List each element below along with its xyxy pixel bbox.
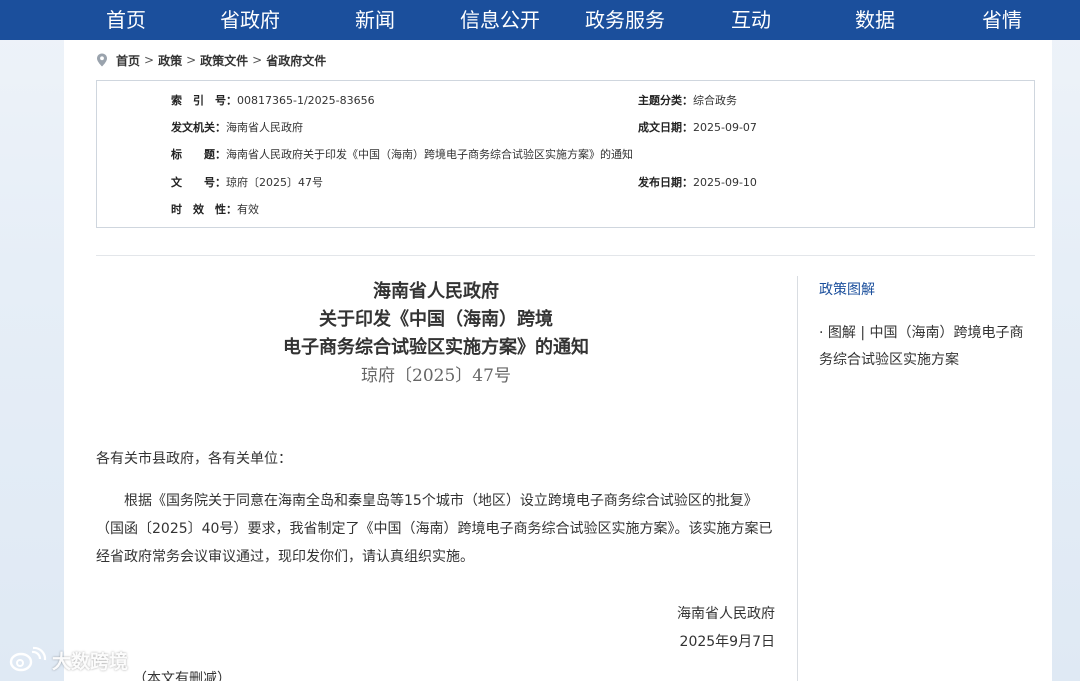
index-number-label: 索 引 号：	[171, 94, 237, 107]
validity-label: 时 效 性：	[171, 203, 237, 216]
abridged-note: （本文有删减）	[133, 671, 231, 681]
index-number-value: 00817365-1/2025-83656	[237, 94, 375, 107]
watermark-text: 大数跨境	[52, 650, 129, 673]
document-title-line-1: 海南省人民政府	[373, 281, 499, 302]
document-title-line-3: 电子商务综合试验区实施方案》的通知	[283, 337, 589, 358]
breadcrumb-policy-documents[interactable]: 政策文件	[200, 52, 248, 69]
created-date-label: 成文日期：	[638, 121, 693, 134]
sidebar-divider	[797, 276, 798, 681]
breadcrumb: 首页 > 政策 > 政策文件 > 省政府文件	[96, 52, 326, 68]
category-row: 主题分类：综合政务	[638, 92, 737, 108]
published-date-value: 2025-09-10	[693, 176, 757, 189]
nav-news[interactable]: 新闻	[355, 0, 395, 40]
validity-row: 时 效 性：有效	[171, 201, 259, 217]
document-title-line-2: 关于印发《中国（海南）跨境	[319, 309, 553, 330]
signer: 海南省人民政府	[677, 606, 775, 622]
top-navigation: 首页 省政府 新闻 信息公开 政务服务 互动 数据 省情	[0, 0, 1080, 40]
category-value: 综合政务	[693, 94, 737, 107]
breadcrumb-separator: >	[144, 53, 155, 67]
created-date-value: 2025-09-07	[693, 121, 757, 134]
title-row: 标 题：海南省人民政府关于印发《中国（海南）跨境电子商务综合试验区实施方案》的通…	[171, 146, 633, 162]
breadcrumb-home[interactable]: 首页	[116, 52, 140, 69]
location-pin-icon	[96, 53, 108, 67]
title-value: 海南省人民政府关于印发《中国（海南）跨境电子商务综合试验区实施方案》的通知	[226, 148, 633, 161]
breadcrumb-separator: >	[186, 53, 197, 67]
policy-graphics-title[interactable]: 政策图解	[819, 279, 875, 299]
document-number-row: 文 号：琼府〔2025〕47号	[171, 174, 323, 190]
signing-date: 2025年9月7日	[679, 634, 775, 650]
policy-graphic-link[interactable]: · 图解 | 中国（海南）跨境电子商务综合试验区实施方案	[819, 320, 1034, 374]
index-number-row: 索 引 号：00817365-1/2025-83656	[171, 92, 375, 108]
nav-government-services[interactable]: 政务服务	[585, 0, 665, 40]
nav-provincial-government[interactable]: 省政府	[220, 0, 280, 40]
salutation: 各有关市县政府，各有关单位：	[96, 451, 292, 467]
breadcrumb-separator: >	[252, 53, 263, 67]
created-date-row: 成文日期：2025-09-07	[638, 119, 757, 135]
issuer-row: 发文机关：海南省人民政府	[171, 119, 303, 135]
nav-province-overview[interactable]: 省情	[982, 0, 1022, 40]
breadcrumb-policy[interactable]: 政策	[158, 52, 182, 69]
watermark: 大数跨境	[8, 646, 128, 674]
breadcrumb-provincial-documents[interactable]: 省政府文件	[266, 52, 326, 69]
nav-information-disclosure[interactable]: 信息公开	[460, 0, 540, 40]
issuer-value: 海南省人民政府	[226, 121, 303, 134]
document-number-label: 文 号：	[171, 176, 226, 189]
issuer-label: 发文机关：	[171, 121, 226, 134]
document-number-value: 琼府〔2025〕47号	[226, 176, 323, 189]
section-divider	[96, 255, 1035, 256]
category-label: 主题分类：	[638, 94, 693, 107]
published-date-row: 发布日期：2025-09-10	[638, 174, 757, 190]
nav-data[interactable]: 数据	[855, 0, 895, 40]
weibo-logo-icon	[8, 646, 48, 674]
document-number: 琼府〔2025〕47号	[361, 366, 511, 386]
validity-value: 有效	[237, 203, 259, 216]
nav-interaction[interactable]: 互动	[731, 0, 771, 40]
body-paragraph: 根据《国务院关于同意在海南全岛和秦皇岛等15个城市（地区）设立跨境电子商务综合试…	[96, 493, 773, 565]
published-date-label: 发布日期：	[638, 176, 693, 189]
title-label: 标 题：	[171, 148, 226, 161]
nav-home[interactable]: 首页	[106, 0, 146, 40]
